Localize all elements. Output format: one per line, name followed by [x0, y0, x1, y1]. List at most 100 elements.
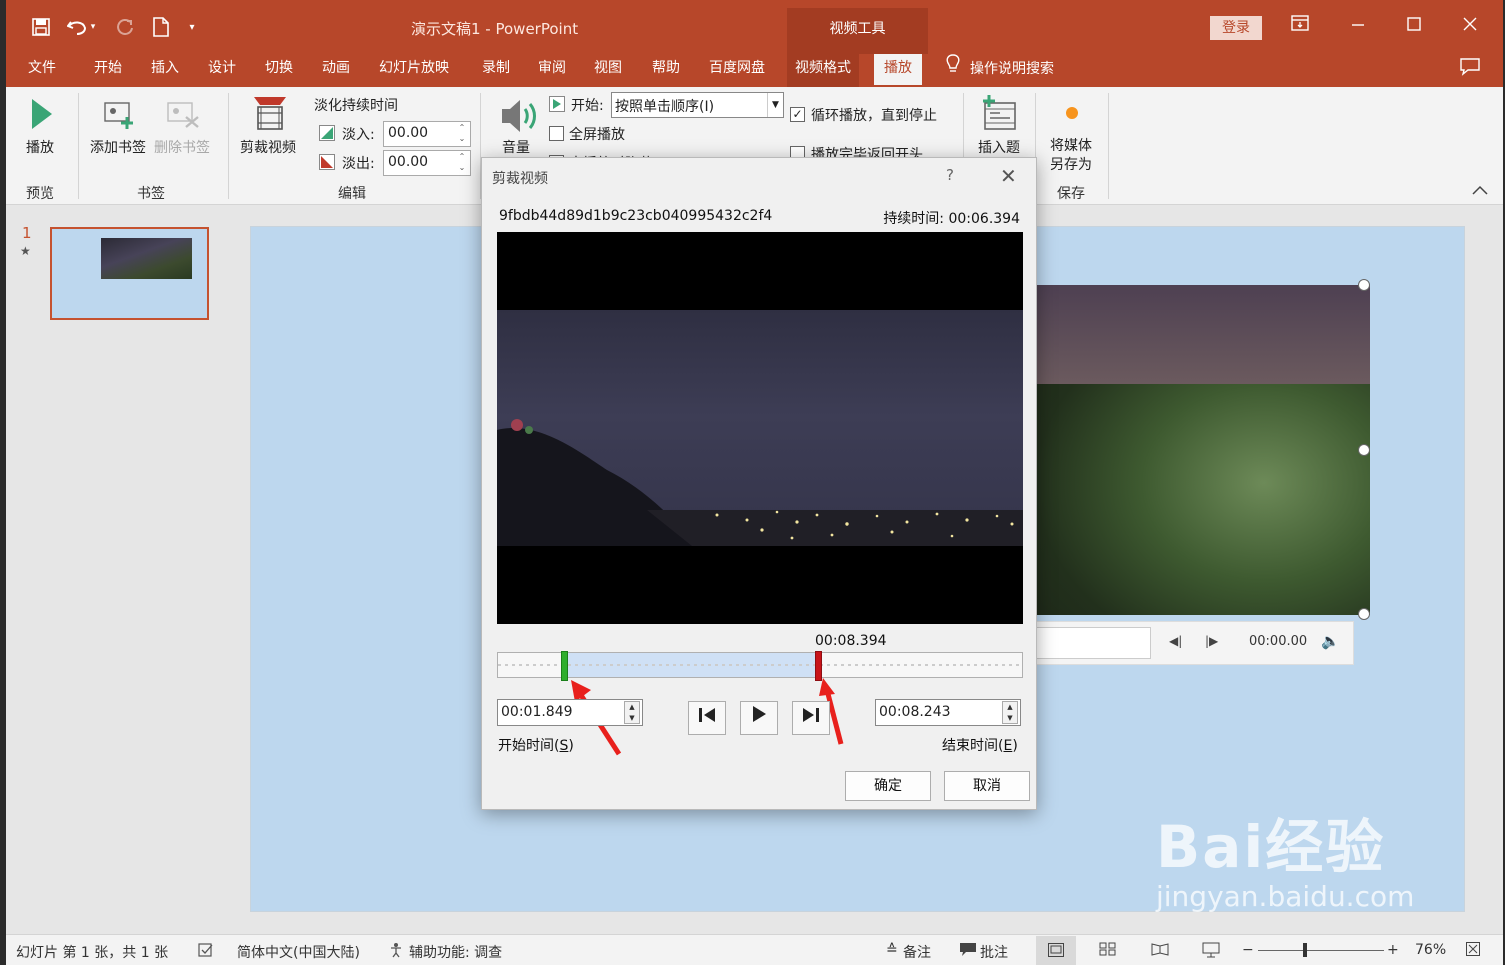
loop-checkbox[interactable]: ✓: [790, 107, 805, 122]
video-preview: [497, 232, 1023, 624]
fade-in-icon: [319, 125, 335, 145]
tab-design[interactable]: 设计: [208, 54, 236, 87]
close-window-icon[interactable]: [1450, 12, 1490, 40]
fade-in-spinner[interactable]: 00.00 ⌃ ⌄: [383, 121, 471, 147]
speaker-icon[interactable]: 🔈: [1321, 632, 1340, 650]
start-play-icon: [549, 96, 565, 116]
save-media-label[interactable]: 将媒体 另存为: [1050, 137, 1092, 175]
spellcheck-icon[interactable]: [198, 942, 214, 962]
ok-button[interactable]: 确定: [845, 771, 931, 801]
comments-button[interactable]: 批注: [980, 942, 1008, 962]
redo-icon[interactable]: [112, 14, 138, 40]
language[interactable]: 简体中文(中国大陆): [237, 942, 360, 962]
step-forward-icon[interactable]: |▶: [1205, 634, 1218, 648]
resize-handle[interactable]: [1358, 608, 1370, 620]
notes-button[interactable]: 备注: [903, 942, 931, 962]
fade-in-label: 淡入:: [342, 127, 375, 143]
trim-video-button-label[interactable]: 剪裁视频: [240, 137, 296, 157]
start-mode-select[interactable]: 按照单击顺序(I) ▼: [611, 92, 784, 118]
start-time-label: 开始时间(S): [498, 738, 574, 754]
add-bookmark-icon[interactable]: [103, 99, 139, 133]
zoom-slider-thumb[interactable]: [1303, 943, 1307, 957]
tab-transitions[interactable]: 切换: [265, 54, 293, 87]
spinner-arrows-icon[interactable]: ▲ ▼: [1002, 701, 1018, 724]
ribbon-display-options-icon[interactable]: [1280, 12, 1320, 40]
close-icon[interactable]: ✕: [1000, 164, 1017, 188]
start-time-input[interactable]: 00:01.849 ▲ ▼: [497, 699, 643, 726]
tab-video-format[interactable]: 视频格式: [787, 54, 859, 87]
tab-baidu-netdisk[interactable]: 百度网盘: [709, 54, 765, 87]
tab-view[interactable]: 视图: [594, 54, 622, 87]
fullscreen-checkbox[interactable]: [549, 126, 564, 141]
save-media-icon[interactable]: [1064, 105, 1080, 125]
tab-help[interactable]: 帮助: [652, 54, 680, 87]
lightbulb-icon: [946, 54, 960, 84]
spinner-arrows-icon[interactable]: ▲ ▼: [624, 701, 640, 724]
add-bookmark-button-label[interactable]: 添加书签: [90, 137, 146, 157]
help-icon[interactable]: ?: [946, 166, 954, 184]
spinner-arrows-icon[interactable]: ⌃ ⌄: [456, 151, 468, 175]
slide-sorter-icon[interactable]: [1099, 942, 1117, 960]
comments-status-icon: [959, 942, 977, 961]
trim-timeline[interactable]: [497, 651, 1023, 681]
end-time-input[interactable]: 00:08.243 ▲ ▼: [875, 699, 1021, 726]
ribbon-separator: [1108, 93, 1109, 199]
resize-handle[interactable]: [1358, 444, 1370, 456]
remove-bookmark-icon: [166, 99, 202, 133]
tab-playback[interactable]: 播放: [874, 54, 922, 87]
save-icon[interactable]: [28, 14, 54, 40]
slideshow-view-icon[interactable]: [1202, 942, 1220, 962]
zoom-level[interactable]: 76%: [1415, 942, 1446, 958]
step-back-icon[interactable]: ◀|: [1169, 634, 1182, 648]
zoom-slider[interactable]: [1258, 950, 1384, 951]
reading-view-icon[interactable]: [1151, 942, 1169, 960]
normal-view-icon[interactable]: [1036, 936, 1076, 965]
zoom-out-icon[interactable]: −: [1242, 942, 1254, 958]
notes-icon: ≙: [886, 942, 898, 958]
fade-out-spinner[interactable]: 00.00 ⌃ ⌄: [383, 150, 471, 176]
play-icon[interactable]: [30, 97, 54, 135]
collapse-ribbon-icon[interactable]: [1472, 184, 1488, 200]
video-progress-track[interactable]: [1029, 627, 1151, 659]
fit-to-window-icon[interactable]: [1466, 942, 1480, 960]
chevron-down-icon[interactable]: ▼: [767, 93, 783, 117]
previous-frame-button[interactable]: [688, 701, 726, 735]
resize-handle[interactable]: [1358, 279, 1370, 291]
save-media-label-line2: 另存为: [1050, 157, 1092, 173]
start-trim-handle[interactable]: [561, 651, 568, 681]
login-button[interactable]: 登录: [1210, 16, 1262, 40]
insert-captions-label[interactable]: 插入题: [978, 137, 1020, 157]
spinner-arrows-icon[interactable]: ⌃ ⌄: [456, 122, 468, 146]
insert-captions-icon[interactable]: [980, 95, 1020, 137]
undo-icon[interactable]: ▾: [64, 14, 98, 40]
start-time-value: 00:01.849: [501, 704, 573, 720]
maximize-icon[interactable]: [1394, 12, 1434, 40]
minimize-icon[interactable]: [1338, 12, 1378, 40]
tell-me-search[interactable]: 操作说明搜索: [946, 54, 1054, 87]
trim-video-icon[interactable]: [250, 95, 290, 137]
volume-button-label[interactable]: 音量: [502, 137, 530, 157]
tab-record[interactable]: 录制: [482, 54, 510, 87]
next-frame-button[interactable]: [792, 701, 830, 735]
play-button-label[interactable]: 播放: [26, 137, 54, 157]
slide-video-frame[interactable]: [1016, 285, 1370, 615]
audio-waveform: [498, 664, 1022, 666]
customize-qat-icon[interactable]: ▾: [182, 14, 202, 40]
start-label: 开始:: [571, 98, 604, 114]
tab-review[interactable]: 审阅: [538, 54, 566, 87]
tab-animations[interactable]: 动画: [322, 54, 350, 87]
slide-thumbnail[interactable]: [50, 227, 209, 320]
trim-video-dialog: 剪裁视频 ? ✕ 9fbdb44d89d1b9c23cb040995432c2f…: [481, 157, 1037, 810]
accessibility-status[interactable]: 辅助功能: 调查: [409, 942, 502, 962]
tab-home[interactable]: 开始: [94, 54, 122, 87]
tab-insert[interactable]: 插入: [151, 54, 179, 87]
zoom-in-icon[interactable]: +: [1387, 942, 1399, 958]
tab-file[interactable]: 文件: [28, 54, 56, 87]
play-button[interactable]: [740, 701, 778, 735]
volume-icon[interactable]: [500, 97, 540, 139]
tab-slideshow[interactable]: 幻灯片放映: [379, 54, 449, 87]
group-save-label: 保存: [1057, 186, 1085, 202]
cancel-button[interactable]: 取消: [944, 771, 1030, 801]
slide-thumbnail-pane: 1 ★: [6, 206, 232, 934]
new-file-icon[interactable]: [148, 14, 174, 40]
